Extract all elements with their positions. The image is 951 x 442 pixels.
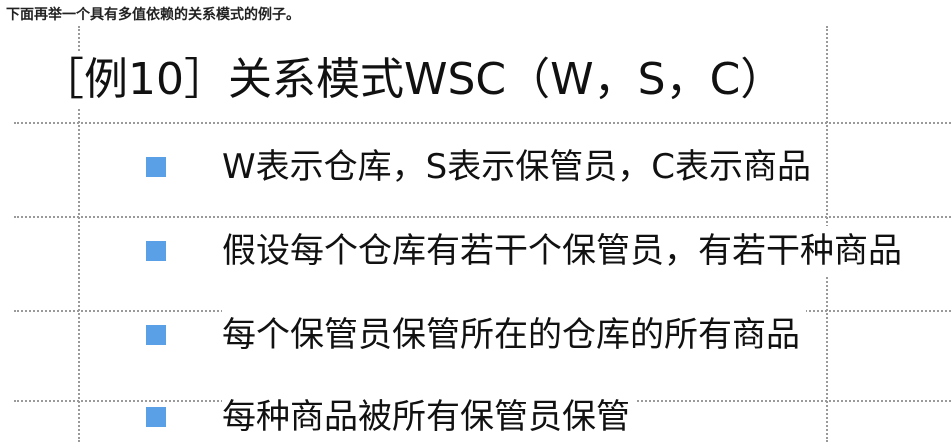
- intro-text: 下面再举一个具有多值依赖的关系模式的例子。: [6, 7, 300, 23]
- bullet-text: 每种商品被所有保管员保管: [222, 392, 636, 442]
- guide-line-horizontal: [14, 122, 951, 124]
- slide-canvas: ［例10］关系模式WSC（W，S，C） W表示仓库，S表示保管员，C表示商品 假…: [0, 26, 951, 442]
- bullet-item: W表示仓库，S表示保管员，C表示商品: [0, 142, 951, 192]
- slide-title: ［例10］关系模式WSC（W，S，C）: [40, 52, 793, 108]
- guide-line-horizontal: [14, 216, 951, 218]
- bullet-text: W表示仓库，S表示保管员，C表示商品: [222, 142, 817, 192]
- bullet-text: 假设每个仓库有若干个保管员，有若干种商品: [222, 226, 908, 276]
- bullet-item: 每个保管员保管所在的仓库的所有商品: [0, 310, 951, 360]
- square-bullet-icon: [146, 241, 166, 261]
- square-bullet-icon: [146, 325, 166, 345]
- square-bullet-icon: [146, 157, 166, 177]
- square-bullet-icon: [146, 407, 166, 427]
- bullet-text: 每个保管员保管所在的仓库的所有商品: [222, 310, 806, 360]
- bullet-item: 假设每个仓库有若干个保管员，有若干种商品: [0, 226, 951, 276]
- bullet-item: 每种商品被所有保管员保管: [0, 392, 951, 442]
